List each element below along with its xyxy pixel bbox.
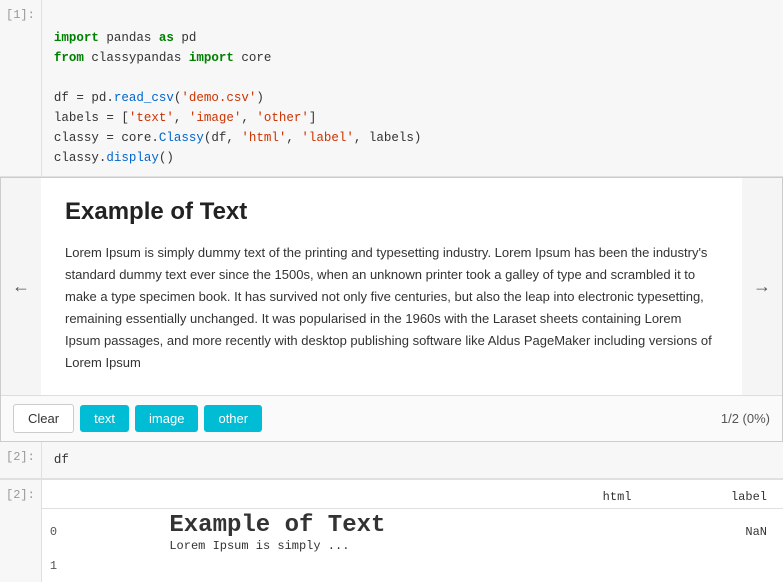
code-block-2: df bbox=[54, 450, 771, 470]
row-html: Example of TextLorem Ipsum is simply ... bbox=[153, 508, 647, 556]
code-block-1: import pandas as pd from classypandas im… bbox=[54, 8, 771, 168]
cell-2-code: df bbox=[42, 442, 783, 478]
next-button[interactable]: → bbox=[742, 178, 782, 395]
row-index: 0 bbox=[42, 508, 154, 556]
cell-2-number: [2]: bbox=[0, 442, 42, 478]
other-button[interactable]: other bbox=[204, 405, 262, 432]
cell-2: [2]: df bbox=[0, 442, 783, 479]
clear-button[interactable]: Clear bbox=[13, 404, 74, 433]
content-text: Lorem Ipsum is simply dummy text of the … bbox=[65, 242, 718, 375]
table-row: 0 Example of TextLorem Ipsum is simply .… bbox=[42, 508, 783, 556]
col-index-header bbox=[42, 486, 154, 509]
prev-button[interactable]: ← bbox=[1, 178, 41, 395]
button-bar: Clear text image other 1/2 (0%) bbox=[1, 395, 782, 441]
row-html bbox=[153, 556, 647, 576]
text-button[interactable]: text bbox=[80, 405, 129, 432]
row-label: NaN bbox=[647, 508, 783, 556]
table-row: 1 bbox=[42, 556, 783, 576]
df-output: [2]: html label 0 Example of TextLorem I… bbox=[0, 479, 783, 582]
image-button[interactable]: image bbox=[135, 405, 198, 432]
df-table-wrapper: html label 0 Example of TextLorem Ipsum … bbox=[42, 480, 783, 582]
col-html-header: html bbox=[153, 486, 647, 509]
cell-1-code: import pandas as pd from classypandas im… bbox=[42, 0, 783, 176]
cell-1-number: [1]: bbox=[0, 0, 42, 176]
widget-area: ← Example of Text Lorem Ipsum is simply … bbox=[1, 178, 782, 395]
row-index: 1 bbox=[42, 556, 154, 576]
counter-badge: 1/2 (0%) bbox=[721, 411, 770, 426]
df-table: html label 0 Example of TextLorem Ipsum … bbox=[42, 486, 783, 576]
widget-output: ← Example of Text Lorem Ipsum is simply … bbox=[0, 177, 783, 442]
content-title: Example of Text bbox=[65, 198, 718, 226]
col-label-header: label bbox=[647, 486, 783, 509]
df-output-number: [2]: bbox=[0, 480, 42, 582]
content-area: Example of Text Lorem Ipsum is simply du… bbox=[41, 178, 742, 395]
cell-1: [1]: import pandas as pd from classypand… bbox=[0, 0, 783, 177]
